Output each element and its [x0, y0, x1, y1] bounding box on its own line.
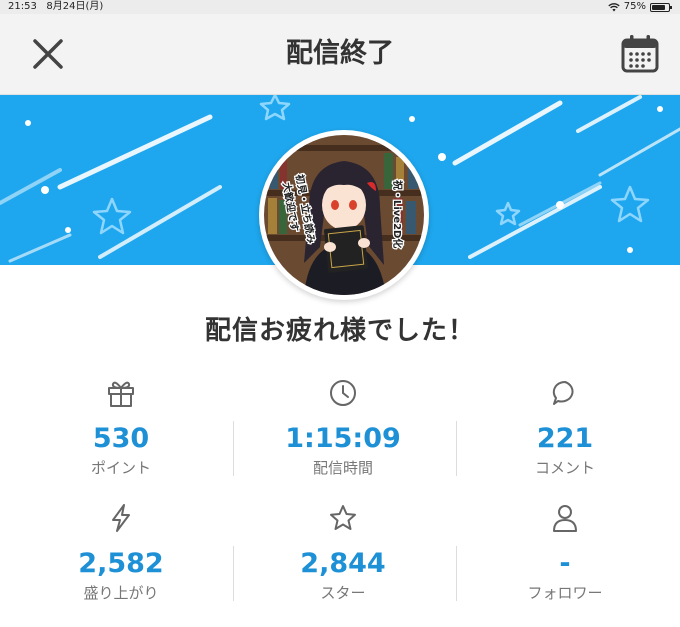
stream-finished-message: 配信お疲れ様でした！	[204, 316, 475, 346]
star-icon	[230, 498, 456, 538]
stat-comments-label: コメント	[534, 459, 595, 477]
header-bar: 配信終了	[0, 14, 680, 95]
stat-comments: 221 コメント	[452, 373, 678, 478]
stat-followers-label: フォロワー	[527, 584, 603, 602]
stat-stars: 2,844 スター	[230, 498, 456, 603]
stat-followers-value: -	[559, 548, 571, 579]
status-time-date: 21:53 8月24日(月)	[8, 0, 103, 14]
comment-icon	[452, 373, 678, 413]
avatar-image: 祝・Live2D化 初見・立ち読み 大歓迎です	[264, 135, 424, 295]
status-time: 21:53	[8, 1, 37, 12]
stat-stars-label: スター	[320, 584, 366, 602]
streamer-avatar[interactable]: 祝・Live2D化 初見・立ち読み 大歓迎です	[259, 130, 429, 300]
stat-duration: 1:15:09 配信時間	[230, 373, 456, 478]
lightning-icon	[8, 498, 234, 538]
stat-excitement: 2,582 盛り上がり	[8, 498, 234, 603]
stat-duration-label: 配信時間	[312, 459, 373, 477]
gift-icon	[8, 373, 234, 413]
wifi-icon	[608, 2, 620, 11]
page-title: 配信終了	[286, 38, 394, 69]
stat-followers: - フォロワー	[452, 498, 678, 603]
stat-excitement-value: 2,582	[78, 548, 164, 579]
stat-excitement-label: 盛り上がり	[83, 584, 159, 602]
stat-points: 530 ポイント	[8, 373, 234, 478]
battery-percent: 75%	[623, 1, 646, 12]
stat-points-value: 530	[92, 423, 150, 454]
stat-points-label: ポイント	[90, 459, 151, 477]
status-bar: 21:53 8月24日(月) 75%	[0, 0, 680, 14]
calendar-icon	[621, 35, 659, 73]
clock-icon	[230, 373, 456, 413]
battery-icon	[650, 2, 672, 12]
status-date: 8月24日(月)	[46, 1, 104, 12]
person-icon	[452, 498, 678, 538]
avatar-caption-right: 祝・Live2D化	[391, 180, 404, 248]
status-right: 75%	[608, 0, 672, 14]
calendar-button[interactable]	[620, 34, 660, 74]
stat-duration-value: 1:15:09	[285, 423, 401, 454]
stat-stars-value: 2,844	[300, 548, 386, 579]
stat-comments-value: 221	[536, 423, 594, 454]
